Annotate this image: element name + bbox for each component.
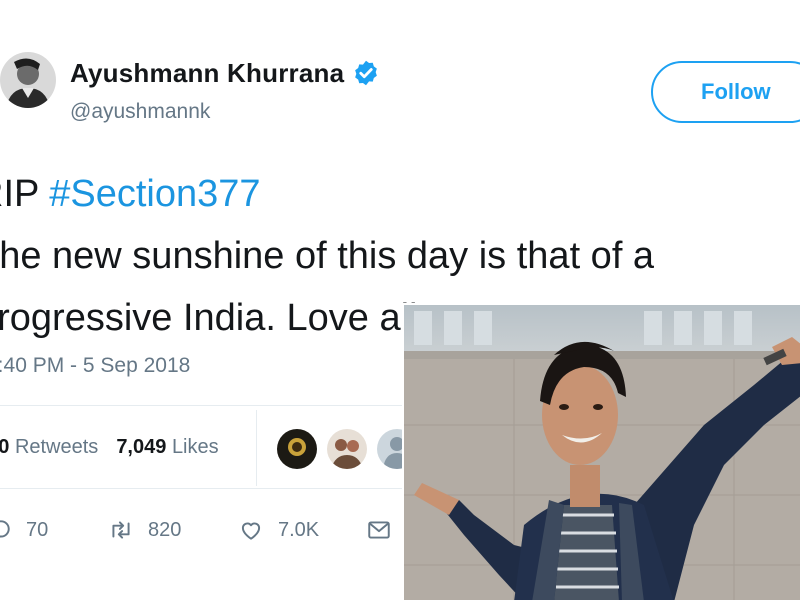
retweets-label: Retweets (14, 435, 99, 458)
follow-button-label: Follow (701, 79, 771, 104)
tweet-text-prefix: RIP (0, 173, 39, 215)
likes-count: 7,049 (116, 435, 167, 458)
direct-message-button[interactable] (366, 512, 406, 548)
liker-avatar-1[interactable] (275, 427, 319, 471)
liker-avatar-2[interactable] (325, 427, 369, 471)
author-avatar[interactable] (0, 52, 56, 108)
stats-separator (256, 410, 257, 486)
overlay-photo (402, 303, 800, 600)
verified-badge-icon (355, 60, 378, 86)
retweet-count: 820 (148, 518, 182, 541)
retweets-stat[interactable]: 820 Retweets (0, 436, 98, 459)
tweet-text-line-2: The new sunshine of this day is that of … (0, 235, 655, 277)
hashtag-link[interactable]: #Section377 (49, 173, 260, 215)
retweets-count: 820 (0, 435, 10, 458)
likes-stat[interactable]: 7,049 Likes (116, 436, 218, 459)
tweet-text-line-1: RIP #Section377 (0, 163, 800, 225)
author-handle[interactable]: @ayushmannk (70, 100, 210, 124)
divider-top (0, 405, 402, 406)
retweet-button[interactable]: 820 (108, 512, 181, 548)
celebrity-photo-image (404, 305, 800, 600)
avatar-photo (0, 52, 56, 108)
author-display-name[interactable]: Ayushmann Khurrana (70, 58, 344, 89)
reply-button[interactable]: 70 (0, 512, 48, 548)
divider-bottom (0, 488, 402, 489)
engagement-stats: 820 Retweets 7,049 Likes (0, 430, 219, 464)
screenshot-frame: Ayushmann Khurrana @ayushmannk Follow RI… (0, 0, 800, 600)
reply-icon (0, 520, 10, 538)
like-button[interactable]: 7.0K (238, 512, 319, 548)
author-name-row[interactable]: Ayushmann Khurrana (70, 55, 380, 91)
likes-label: Likes (171, 435, 219, 458)
like-heart-icon (241, 522, 261, 540)
reply-count: 70 (26, 518, 49, 541)
like-count: 7.0K (278, 518, 320, 541)
direct-message-icon (368, 521, 390, 539)
retweet-icon (112, 521, 130, 539)
tweet-timestamp[interactable]: 2:40 PM - 5 Sep 2018 (0, 354, 190, 378)
follow-button[interactable]: Follow (651, 61, 800, 123)
